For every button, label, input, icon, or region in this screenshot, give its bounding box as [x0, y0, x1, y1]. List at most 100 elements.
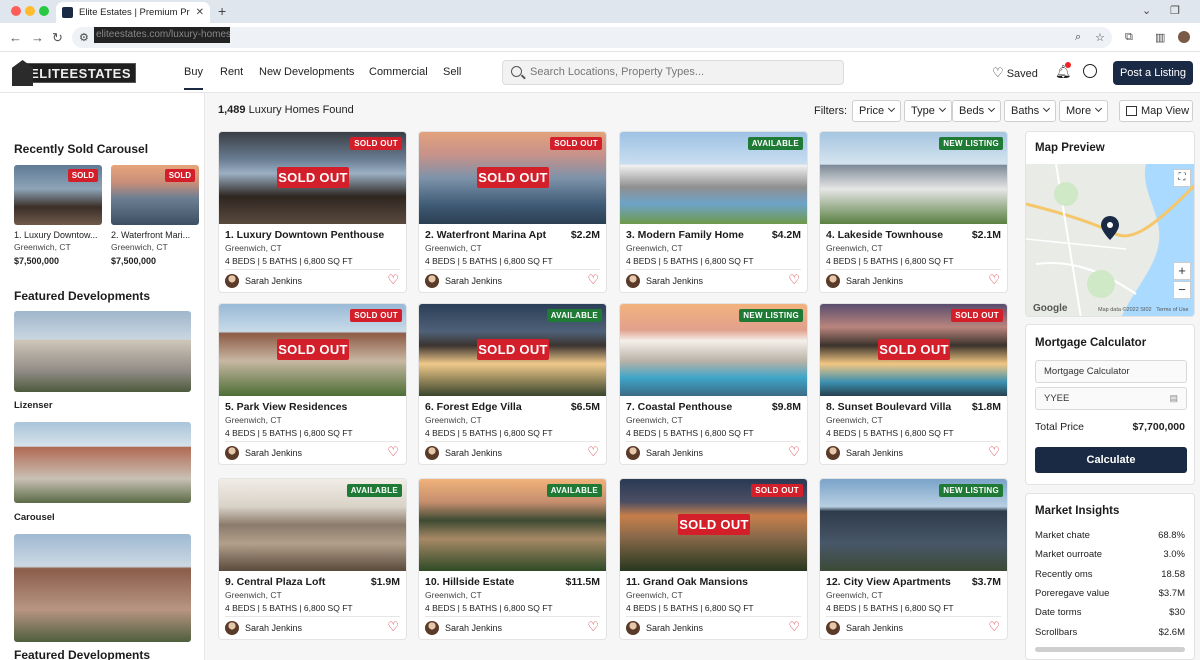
featured-development-image[interactable]: [14, 534, 191, 642]
listing-title[interactable]: 8. Sunset Boulevard Villa: [826, 401, 951, 413]
fullscreen-icon[interactable]: ⛶: [1173, 169, 1191, 187]
listing-card[interactable]: SOLD OUT SOLD OUT 2. Waterfront Marina Apt…: [418, 131, 607, 293]
saved-link[interactable]: ♡ Saved: [992, 65, 1038, 81]
favorite-heart-icon[interactable]: ♡: [788, 620, 800, 634]
listing-card[interactable]: AVAILABLE 10. Hillside Estate $11.5M Greenw…: [418, 478, 607, 640]
post-listing-button[interactable]: Post a Listing: [1113, 61, 1193, 85]
reload-icon[interactable]: ↻: [52, 30, 63, 46]
zoom-in-button[interactable]: +: [1173, 262, 1191, 280]
agent-name[interactable]: Sarah Jenkins: [445, 448, 502, 458]
listing-card[interactable]: AVAILABLE SOLD OUT 6. Forest Edge Villa $6.…: [418, 303, 607, 465]
bookmark-star-icon[interactable]: ☆: [1095, 31, 1105, 44]
listing-title[interactable]: 9. Central Plaza Loft: [225, 576, 325, 588]
listing-card[interactable]: AVAILABLE 9. Central Plaza Loft $1.9M Green…: [218, 478, 407, 640]
site-info-icon[interactable]: ⚙: [79, 31, 89, 44]
listing-image: NEW LISTING: [820, 132, 1007, 224]
minimize-window-button[interactable]: [25, 6, 35, 16]
listing-title[interactable]: 11. Grand Oak Mansions: [626, 576, 748, 588]
listing-title[interactable]: 3. Modern Family Home: [626, 229, 744, 241]
nav-new-developments[interactable]: New Developments: [259, 66, 354, 78]
listing-card[interactable]: AVAILABLE 3. Modern Family Home $4.2M Green…: [619, 131, 808, 293]
listing-card[interactable]: NEW LISTING 4. Lakeside Townhouse $2.1M Gre…: [819, 131, 1008, 293]
agent-name[interactable]: Sarah Jenkins: [646, 276, 703, 286]
agent-name[interactable]: Sarah Jenkins: [846, 623, 903, 633]
mortgage-field-2[interactable]: YYEE ▤: [1035, 387, 1187, 410]
new-tab-button[interactable]: +: [218, 3, 226, 19]
listing-image: SOLD OUT SOLD OUT: [219, 304, 406, 396]
listing-card[interactable]: SOLD OUT SOLD OUT 11. Grand Oak Mansions Gr…: [619, 478, 808, 640]
sidepanel-icon[interactable]: ▥: [1155, 31, 1165, 44]
account-icon[interactable]: [1083, 64, 1097, 78]
favorite-heart-icon[interactable]: ♡: [788, 273, 800, 287]
tab-search-icon[interactable]: ⌄: [1142, 4, 1151, 17]
logo[interactable]: ELITEESTATES: [12, 60, 136, 86]
sold-card[interactable]: SOLD 1. Luxury Downtow... Greenwich, CT …: [14, 165, 102, 266]
favorite-heart-icon[interactable]: ♡: [587, 273, 599, 287]
listing-title[interactable]: 5. Park View Residences: [225, 401, 347, 413]
favorite-heart-icon[interactable]: ♡: [988, 273, 1000, 287]
agent-name[interactable]: Sarah Jenkins: [245, 623, 302, 633]
agent-name[interactable]: Sarah Jenkins: [646, 448, 703, 458]
favorite-heart-icon[interactable]: ♡: [387, 620, 399, 634]
filter-baths[interactable]: Baths: [1004, 100, 1057, 122]
close-window-button[interactable]: [11, 6, 21, 16]
restore-window-icon[interactable]: ❐: [1170, 4, 1180, 17]
listing-card[interactable]: SOLD OUT SOLD OUT 5. Park View Residences G…: [218, 303, 407, 465]
listing-title[interactable]: 12. City View Apartments: [826, 576, 951, 588]
listing-price: $6.5M: [570, 401, 600, 413]
favorite-heart-icon[interactable]: ♡: [988, 620, 1000, 634]
sold-card[interactable]: SOLD 2. Waterfront Mari... Greenwich, CT…: [111, 165, 199, 266]
listing-card[interactable]: SOLD OUT SOLD OUT 8. Sunset Boulevard Vill…: [819, 303, 1008, 465]
zoom-icon[interactable]: ⌕: [1075, 31, 1081, 44]
map-preview[interactable]: ⛶ + − Google Map data ©2022 SI02 Terms o…: [1026, 164, 1194, 316]
listing-card[interactable]: SOLD OUT SOLD OUT 1. Luxury Downtown Penth…: [218, 131, 407, 293]
map-view-button[interactable]: Map View: [1119, 100, 1193, 122]
listing-title[interactable]: 2. Waterfront Marina Apt: [425, 229, 546, 241]
filter-type[interactable]: Type: [904, 100, 952, 122]
favorite-heart-icon[interactable]: ♡: [587, 445, 599, 459]
extensions-icon[interactable]: ⧉: [1125, 31, 1133, 44]
nav-buy[interactable]: Buy: [184, 66, 203, 90]
zoom-out-button[interactable]: −: [1173, 281, 1191, 299]
listing-title[interactable]: 6. Forest Edge Villa: [425, 401, 522, 413]
favorite-heart-icon[interactable]: ♡: [387, 273, 399, 287]
listing-card[interactable]: NEW LISTING 7. Coastal Penthouse $9.8M Gree…: [619, 303, 808, 465]
favorite-heart-icon[interactable]: ♡: [387, 445, 399, 459]
listing-title[interactable]: 4. Lakeside Townhouse: [826, 229, 943, 241]
agent-name[interactable]: Sarah Jenkins: [245, 276, 302, 286]
calculate-button[interactable]: Calculate: [1035, 447, 1187, 473]
insights-scrollbar[interactable]: [1035, 647, 1185, 652]
favorite-heart-icon[interactable]: ♡: [587, 620, 599, 634]
agent-name[interactable]: Sarah Jenkins: [445, 623, 502, 633]
url-text[interactable]: eliteestates.com/luxury-homes: [94, 27, 230, 43]
agent-name[interactable]: Sarah Jenkins: [245, 448, 302, 458]
maximize-window-button[interactable]: [39, 6, 49, 16]
filter-price[interactable]: Price: [852, 100, 902, 122]
favorite-heart-icon[interactable]: ♡: [988, 445, 1000, 459]
nav-rent[interactable]: Rent: [220, 66, 243, 78]
filter-beds[interactable]: Beds: [952, 100, 1002, 122]
agent-name[interactable]: Sarah Jenkins: [846, 276, 903, 286]
nav-sell[interactable]: Sell: [443, 66, 461, 78]
forward-icon[interactable]: →: [31, 30, 44, 45]
nav-commercial[interactable]: Commercial: [369, 66, 428, 78]
agent-name[interactable]: Sarah Jenkins: [646, 623, 703, 633]
mortgage-field-1[interactable]: Mortgage Calculator: [1035, 360, 1187, 383]
agent-name[interactable]: Sarah Jenkins: [846, 448, 903, 458]
listing-title[interactable]: 10. Hillside Estate: [425, 576, 514, 588]
listing-title[interactable]: 1. Luxury Downtown Penthouse: [225, 229, 384, 241]
listing-title[interactable]: 7. Coastal Penthouse: [626, 401, 732, 413]
browser-tab[interactable]: Elite Estates | Premium Proper ✕: [56, 2, 210, 23]
favorite-heart-icon[interactable]: ♡: [788, 445, 800, 459]
search-input[interactable]: Search Locations, Property Types...: [502, 60, 844, 85]
listing-specs: 4 BEDS | 5 BATHS | 6,800 SQ FT: [826, 428, 954, 438]
featured-development-image[interactable]: [14, 422, 191, 503]
filter-more[interactable]: More: [1059, 100, 1109, 122]
agent-name[interactable]: Sarah Jenkins: [445, 276, 502, 286]
profile-avatar[interactable]: [1178, 31, 1190, 43]
listing-card[interactable]: NEW LISTING 12. City View Apartments $3.7M…: [819, 478, 1008, 640]
back-icon[interactable]: ←: [9, 30, 22, 45]
map-terms-link[interactable]: Terms of Use: [1156, 307, 1188, 313]
featured-development-image[interactable]: [14, 311, 191, 392]
tab-close-icon[interactable]: ✕: [196, 7, 204, 18]
